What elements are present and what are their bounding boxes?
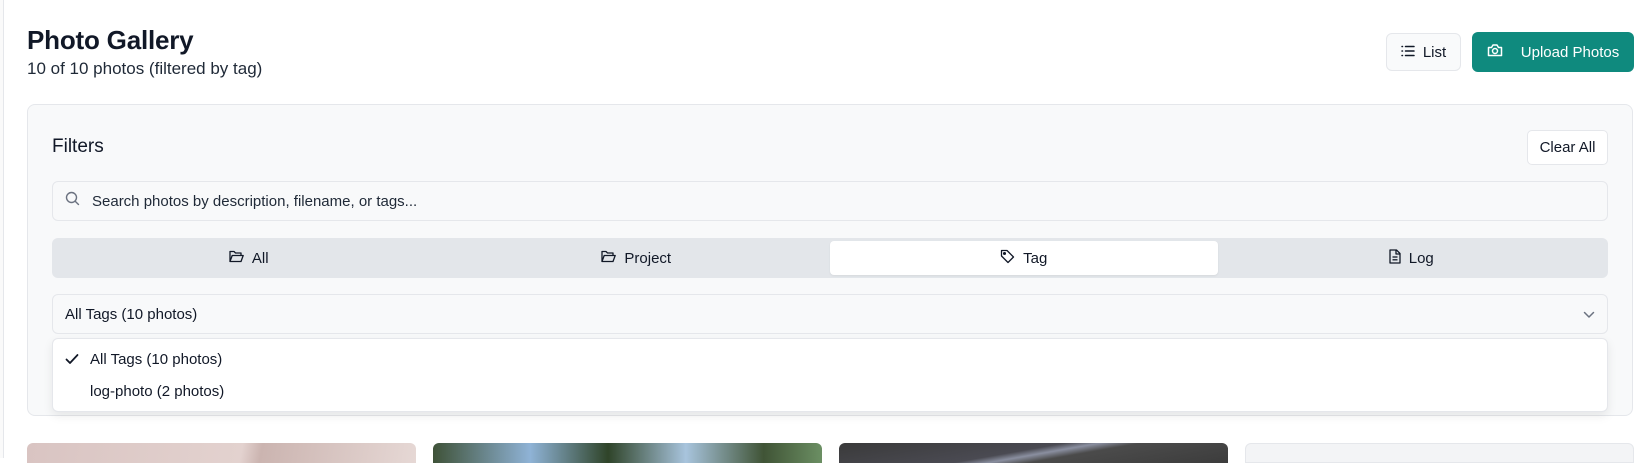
tab-project[interactable]: Project <box>443 241 831 275</box>
filters-title: Filters <box>52 136 104 157</box>
tag-select-value: All Tags (10 photos) <box>65 305 198 323</box>
list-button-label: List <box>1422 43 1447 61</box>
folder-open-icon <box>601 250 617 267</box>
tag-select[interactable]: All Tags (10 photos) <box>52 294 1608 334</box>
search-icon <box>65 191 80 211</box>
page-title: Photo Gallery <box>27 25 194 55</box>
tab-tag[interactable]: Tag <box>830 241 1218 275</box>
check-icon <box>65 352 79 369</box>
tag-option-label: log-photo (2 photos) <box>90 382 225 400</box>
tab-all-label: All <box>251 249 269 267</box>
photo-thumbnail[interactable] <box>433 443 822 463</box>
tab-tag-label: Tag <box>1023 249 1048 267</box>
filter-type-tabs: All Project Tag Log <box>52 238 1608 278</box>
tab-log-label: Log <box>1408 249 1434 267</box>
photo-thumbnail[interactable] <box>1245 443 1634 463</box>
tag-option-label: All Tags (10 photos) <box>90 350 223 368</box>
file-text-icon <box>1389 248 1401 268</box>
tab-all[interactable]: All <box>55 241 443 275</box>
tag-select-dropdown: All Tags (10 photos) log-photo (2 photos… <box>52 338 1608 412</box>
tab-project-label: Project <box>624 249 672 267</box>
left-rail <box>0 0 4 458</box>
tab-log[interactable]: Log <box>1218 241 1606 275</box>
tag-icon <box>1000 249 1015 268</box>
search-box[interactable] <box>52 181 1608 221</box>
photo-thumbnail[interactable] <box>839 443 1228 463</box>
list-icon <box>1401 44 1415 61</box>
list-view-button[interactable]: List <box>1386 33 1461 71</box>
search-input[interactable] <box>92 192 1572 210</box>
tag-option-all[interactable]: All Tags (10 photos) <box>53 343 1607 375</box>
upload-button-label: Upload Photos <box>1520 43 1620 61</box>
photo-count-subtitle: 10 of 10 photos (filtered by tag) <box>27 59 263 78</box>
clear-all-button[interactable]: Clear All <box>1527 130 1608 165</box>
tag-option-log-photo[interactable]: log-photo (2 photos) <box>53 375 1607 407</box>
chevron-down-icon <box>1583 306 1595 323</box>
camera-icon <box>1487 43 1503 61</box>
folder-open-icon <box>229 250 244 267</box>
photo-thumbnail[interactable] <box>27 443 416 463</box>
upload-photos-button[interactable]: Upload Photos <box>1472 32 1634 72</box>
